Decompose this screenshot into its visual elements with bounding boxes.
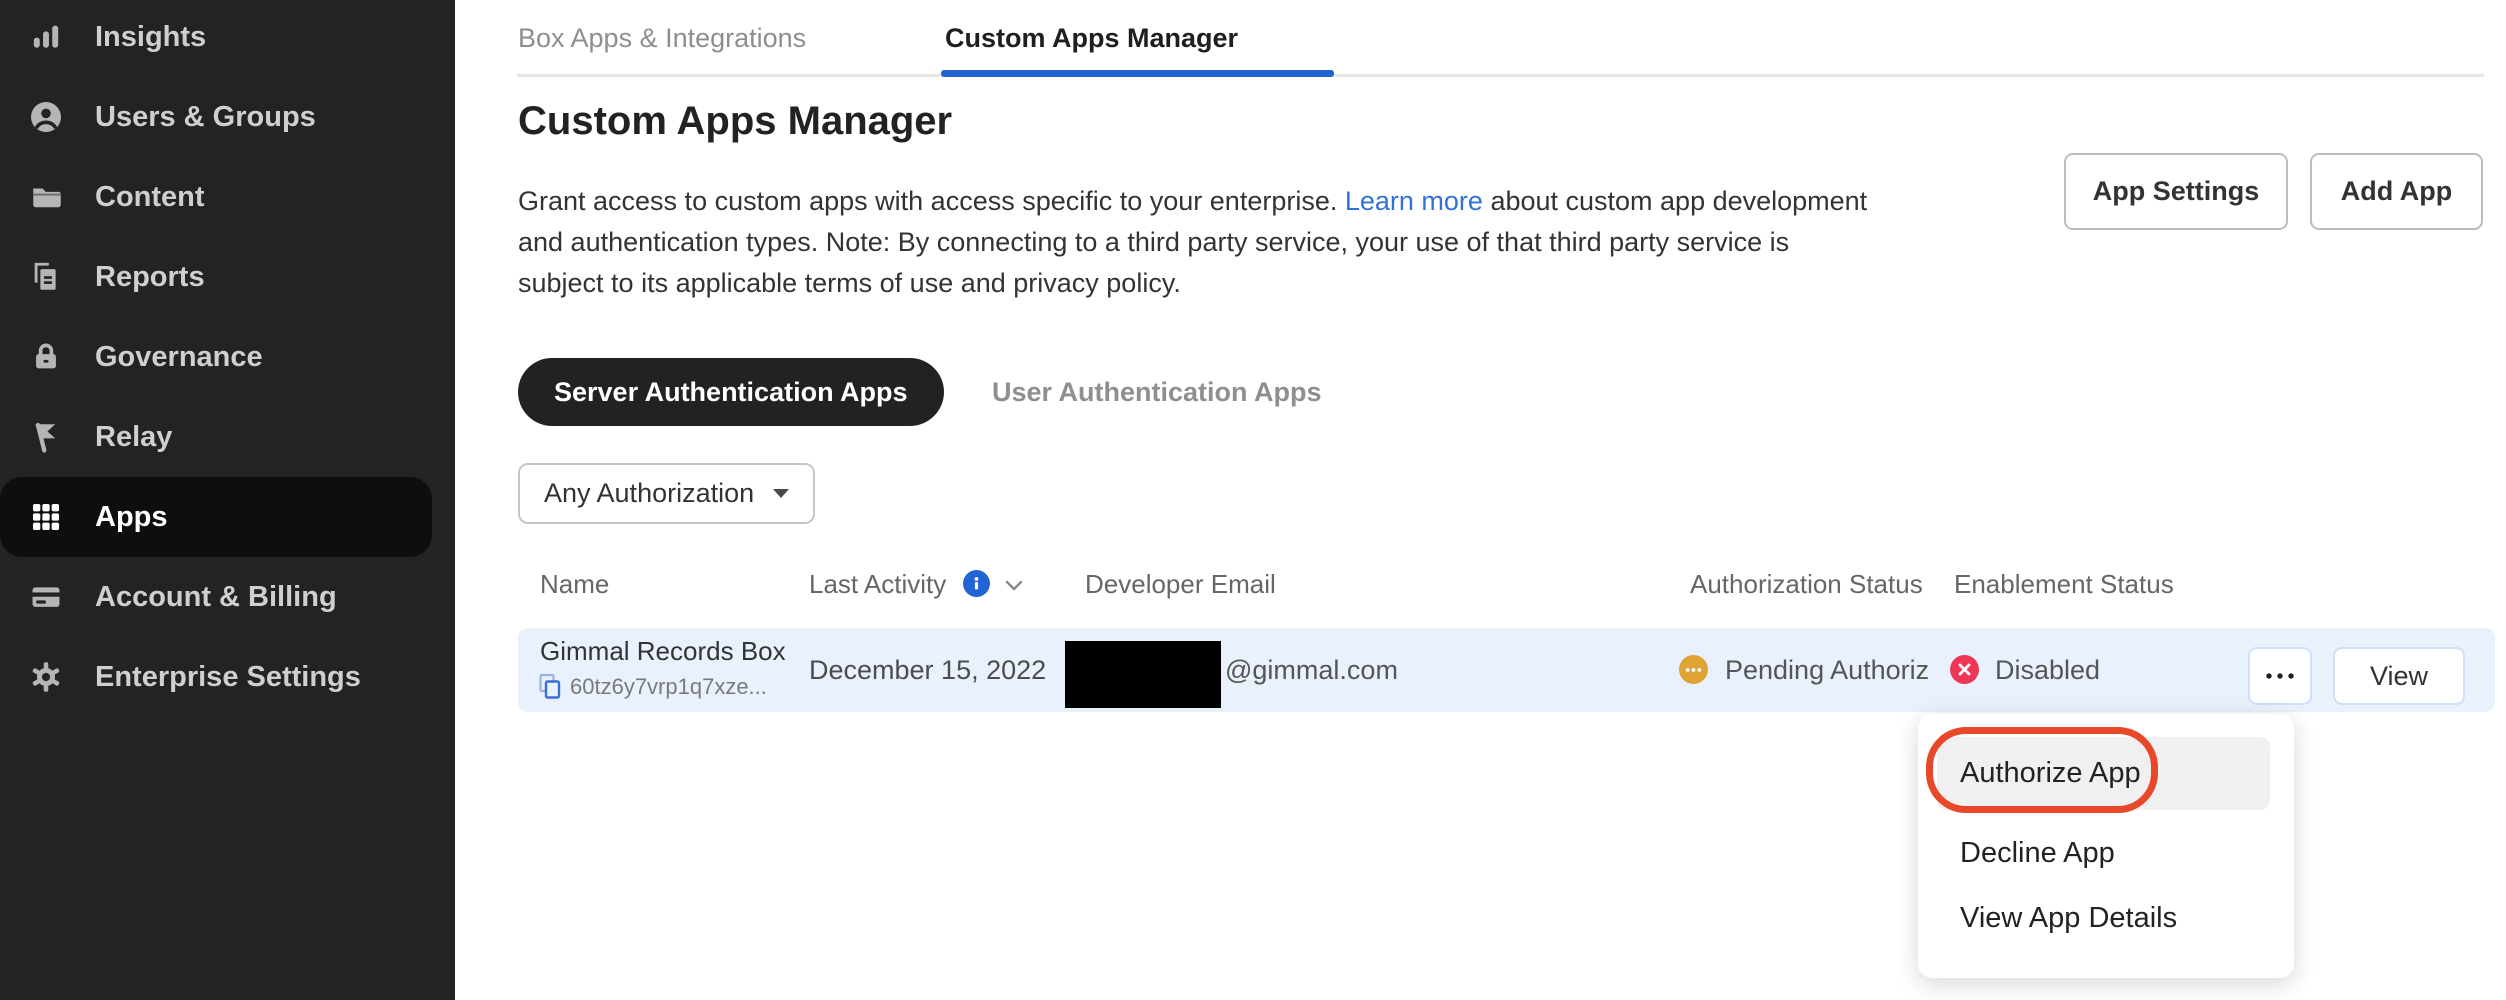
report-icon [28, 259, 64, 295]
sidebar-item-label: Governance [95, 341, 263, 374]
column-header-enablement-status: Enablement Status [1954, 568, 2174, 600]
description-line-2: and authentication types. Note: By conne… [518, 222, 1867, 263]
sidebar-item-governance[interactable]: Governance [0, 317, 455, 397]
caret-down-icon [773, 489, 789, 498]
active-tab-underline [941, 70, 1334, 77]
row-more-options-button[interactable] [2248, 647, 2312, 705]
app-settings-button[interactable]: App Settings [2064, 153, 2288, 230]
lock-icon [28, 339, 64, 375]
column-header-last-activity[interactable]: Last Activity [809, 568, 946, 600]
authorization-filter-value: Any Authorization [544, 478, 773, 509]
three-dots-icon [2264, 672, 2296, 680]
sidebar-item-label: Insights [95, 21, 206, 54]
sidebar-item-label: Content [95, 181, 205, 214]
gear-icon [28, 659, 64, 695]
menu-item-view-app-details[interactable]: View App Details [1960, 888, 2177, 948]
tab-box-apps-integrations[interactable]: Box Apps & Integrations [518, 20, 806, 56]
sidebar-item-users-groups[interactable]: Users & Groups [0, 77, 455, 157]
table-row: Gimmal Records Box 60tz6y7vrp1q7xze... D… [518, 628, 2495, 712]
copy-icon[interactable] [538, 673, 562, 700]
folder-icon [28, 179, 64, 215]
page-description: Grant access to custom apps with access … [518, 181, 1867, 304]
info-icon[interactable] [963, 570, 990, 597]
app-id-line: 60tz6y7vrp1q7xze... [538, 673, 767, 700]
sidebar-item-content[interactable]: Content [0, 157, 455, 237]
pending-status-icon [1679, 655, 1708, 684]
description-line-3: subject to its applicable terms of use a… [518, 263, 1867, 304]
grid-icon [28, 499, 64, 535]
users-icon [28, 99, 64, 135]
sidebar-item-label: Relay [95, 421, 172, 454]
app-name: Gimmal Records Box [540, 636, 786, 667]
sidebar-item-reports[interactable]: Reports [0, 237, 455, 317]
row-actions-menu: Authorize App Decline App View App Detai… [1918, 714, 2294, 978]
tab-custom-apps-manager[interactable]: Custom Apps Manager [945, 20, 1238, 56]
add-app-button[interactable]: Add App [2310, 153, 2483, 230]
authorization-status-value: Pending Authoriz [1725, 628, 1953, 712]
flag-icon [28, 419, 64, 455]
description-line-1: Grant access to custom apps with access … [518, 181, 1867, 222]
sidebar-item-account-billing[interactable]: Account & Billing [0, 557, 455, 637]
column-header-authorization-status: Authorization Status [1690, 568, 1923, 600]
disabled-status-icon [1950, 655, 1979, 684]
last-activity-value: December 15, 2022 [809, 628, 1046, 712]
developer-email-domain: @gimmal.com [1225, 628, 1398, 712]
sidebar-item-apps[interactable]: Apps [0, 477, 432, 557]
sidebar-item-label: Users & Groups [95, 101, 316, 134]
custom-apps-manager-page: Insights Users & Groups Cont [0, 0, 2506, 1000]
segment-server-authentication-apps[interactable]: Server Authentication Apps [518, 358, 944, 426]
sidebar-item-insights[interactable]: Insights [0, 0, 455, 77]
redacted-email-box [1065, 641, 1221, 708]
sidebar-item-relay[interactable]: Relay [0, 397, 455, 477]
sidebar: Insights Users & Groups Cont [0, 0, 455, 1000]
menu-item-authorize-app[interactable]: Authorize App [1960, 737, 2141, 810]
segment-user-authentication-apps[interactable]: User Authentication Apps [992, 358, 1322, 426]
app-id: 60tz6y7vrp1q7xze... [570, 674, 767, 700]
tabstrip-divider [517, 74, 2484, 77]
authorization-filter-dropdown[interactable]: Any Authorization [518, 463, 815, 524]
credit-card-icon [28, 579, 64, 615]
column-header-developer-email: Developer Email [1085, 568, 1276, 600]
enablement-status-value: Disabled [1995, 628, 2100, 712]
bar-chart-icon [28, 19, 64, 55]
page-title: Custom Apps Manager [518, 99, 952, 144]
column-header-name: Name [540, 568, 609, 600]
sidebar-item-label: Reports [95, 261, 205, 294]
sidebar-item-label: Enterprise Settings [95, 661, 361, 694]
row-view-button[interactable]: View [2333, 647, 2465, 705]
learn-more-link[interactable]: Learn more [1345, 186, 1483, 216]
chevron-down-icon[interactable] [1004, 579, 1024, 598]
menu-item-decline-app[interactable]: Decline App [1960, 823, 2115, 883]
sidebar-item-label: Apps [95, 501, 168, 534]
sidebar-item-enterprise-settings[interactable]: Enterprise Settings [0, 637, 455, 717]
sidebar-item-label: Account & Billing [95, 581, 337, 614]
